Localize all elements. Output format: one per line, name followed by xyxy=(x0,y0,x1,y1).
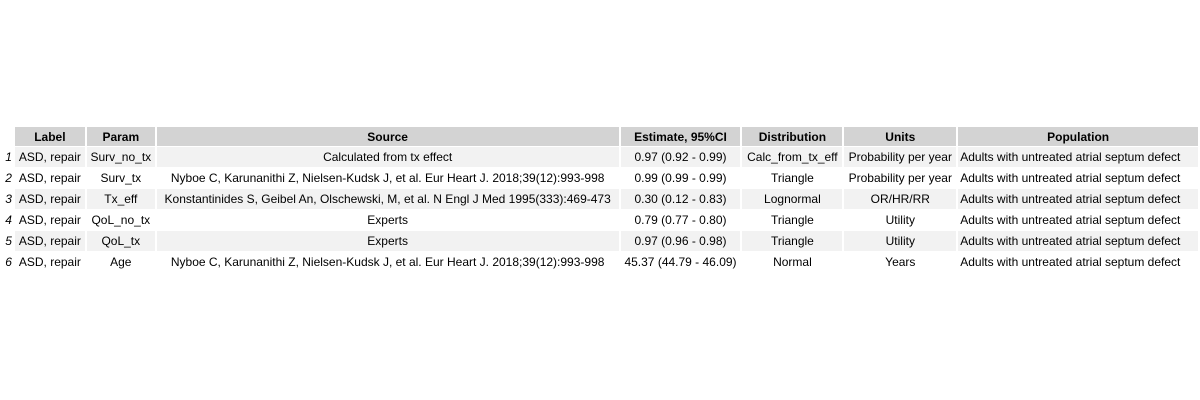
cell-param: QoL_no_tx xyxy=(86,210,155,230)
cell-units: Probability per year xyxy=(844,168,957,188)
row-number: 5 xyxy=(2,231,13,251)
cell-estimate: 45.37 (44.79 - 46.09) xyxy=(620,252,741,272)
cell-distribution: Normal xyxy=(742,252,843,272)
cell-source: Experts xyxy=(156,210,619,230)
cell-estimate: 0.97 (0.96 - 0.98) xyxy=(620,231,741,251)
parameter-table: Label Param Source Estimate, 95%CI Distr… xyxy=(0,126,1200,273)
table-row: 6 ASD, repair Age Nyboe C, Karunanithi Z… xyxy=(2,252,1198,272)
row-number: 3 xyxy=(2,189,13,209)
cell-param: QoL_tx xyxy=(86,231,155,251)
cell-population: Adults with untreated atrial septum defe… xyxy=(958,168,1198,188)
table-row: 2 ASD, repair Surv_tx Nyboe C, Karunanit… xyxy=(2,168,1198,188)
table-header: Label Param Source Estimate, 95%CI Distr… xyxy=(2,127,1198,146)
cell-population: Adults with untreated atrial septum defe… xyxy=(958,252,1198,272)
cell-source: Nyboe C, Karunanithi Z, Nielsen-Kudsk J,… xyxy=(156,168,619,188)
cell-source: Calculated from tx effect xyxy=(156,147,619,167)
row-number: 4 xyxy=(2,210,13,230)
cell-units: Years xyxy=(844,252,957,272)
row-number: 1 xyxy=(2,147,13,167)
cell-label: ASD, repair xyxy=(14,189,85,209)
table-row: 1 ASD, repair Surv_no_tx Calculated from… xyxy=(2,147,1198,167)
row-number: 2 xyxy=(2,168,13,188)
cell-estimate: 0.97 (0.92 - 0.99) xyxy=(620,147,741,167)
cell-source: Konstantinides S, Geibel An, Olschewski,… xyxy=(156,189,619,209)
cell-units: Utility xyxy=(844,210,957,230)
cell-distribution: Triangle xyxy=(742,231,843,251)
cell-estimate: 0.99 (0.99 - 0.99) xyxy=(620,168,741,188)
cell-param: Surv_tx xyxy=(86,168,155,188)
row-number-header xyxy=(2,127,13,146)
table-row: 4 ASD, repair QoL_no_tx Experts 0.79 (0.… xyxy=(2,210,1198,230)
parameter-table-container: Label Param Source Estimate, 95%CI Distr… xyxy=(0,126,1200,273)
cell-estimate: 0.79 (0.77 - 0.80) xyxy=(620,210,741,230)
cell-population: Adults with untreated atrial septum defe… xyxy=(958,210,1198,230)
col-header-distribution: Distribution xyxy=(742,127,843,146)
table-row: 3 ASD, repair Tx_eff Konstantinides S, G… xyxy=(2,189,1198,209)
cell-label: ASD, repair xyxy=(14,231,85,251)
cell-source: Experts xyxy=(156,231,619,251)
cell-population: Adults with untreated atrial septum defe… xyxy=(958,147,1198,167)
cell-units: Probability per year xyxy=(844,147,957,167)
cell-param: Surv_no_tx xyxy=(86,147,155,167)
col-header-label: Label xyxy=(14,127,85,146)
cell-estimate: 0.30 (0.12 - 0.83) xyxy=(620,189,741,209)
cell-label: ASD, repair xyxy=(14,147,85,167)
cell-param: Tx_eff xyxy=(86,189,155,209)
col-header-source: Source xyxy=(156,127,619,146)
col-header-estimate: Estimate, 95%CI xyxy=(620,127,741,146)
cell-distribution: Calc_from_tx_eff xyxy=(742,147,843,167)
header-row: Label Param Source Estimate, 95%CI Distr… xyxy=(2,127,1198,146)
cell-population: Adults with untreated atrial septum defe… xyxy=(958,189,1198,209)
cell-distribution: Lognormal xyxy=(742,189,843,209)
row-number: 6 xyxy=(2,252,13,272)
table-body: 1 ASD, repair Surv_no_tx Calculated from… xyxy=(2,147,1198,272)
cell-source: Nyboe C, Karunanithi Z, Nielsen-Kudsk J,… xyxy=(156,252,619,272)
cell-label: ASD, repair xyxy=(14,210,85,230)
cell-distribution: Triangle xyxy=(742,210,843,230)
col-header-param: Param xyxy=(86,127,155,146)
table-row: 5 ASD, repair QoL_tx Experts 0.97 (0.96 … xyxy=(2,231,1198,251)
cell-param: Age xyxy=(86,252,155,272)
cell-units: OR/HR/RR xyxy=(844,189,957,209)
cell-distribution: Triangle xyxy=(742,168,843,188)
cell-label: ASD, repair xyxy=(14,168,85,188)
cell-label: ASD, repair xyxy=(14,252,85,272)
cell-units: Utility xyxy=(844,231,957,251)
cell-population: Adults with untreated atrial septum defe… xyxy=(958,231,1198,251)
col-header-population: Population xyxy=(958,127,1198,146)
col-header-units: Units xyxy=(844,127,957,146)
